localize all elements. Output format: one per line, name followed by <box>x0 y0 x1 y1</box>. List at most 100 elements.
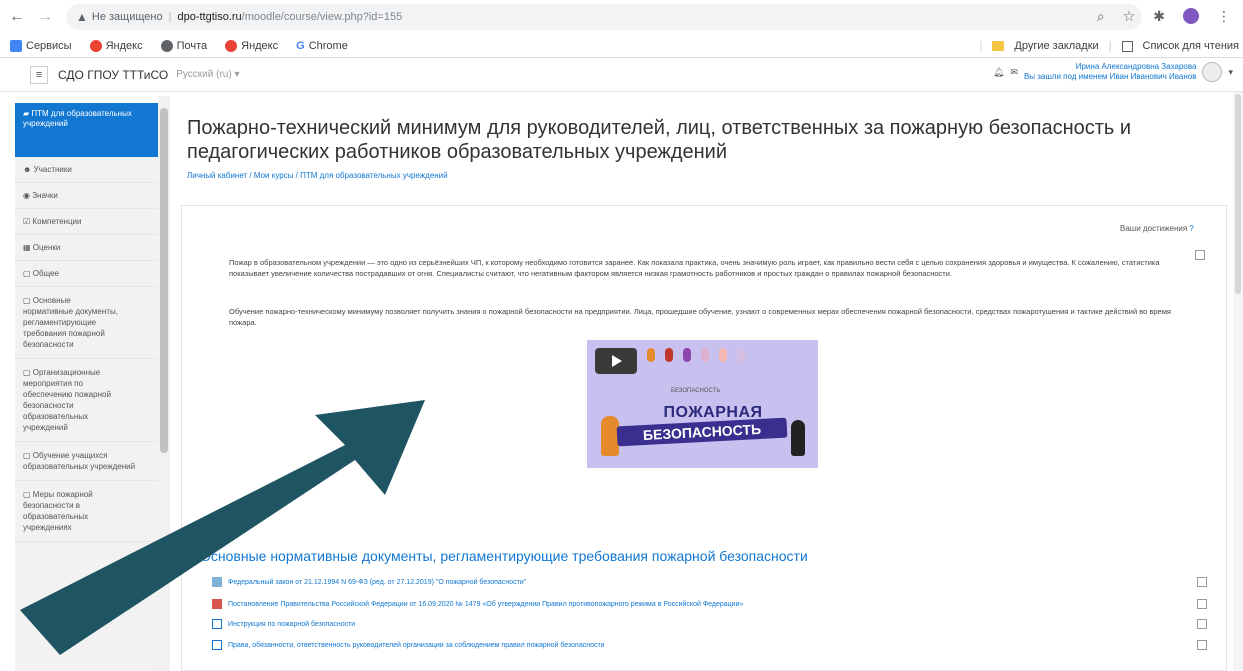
drawer-item-label: Общее <box>32 269 59 278</box>
user-name: Ирина Александровна Захарова <box>1075 62 1197 71</box>
user-area: 🔔︎ ✉︎ Ирина Александровна Захарова Вы за… <box>993 62 1233 82</box>
yandex-icon <box>225 39 238 52</box>
drawer-item-label: Компетенции <box>32 217 82 226</box>
drawer-item-section-2[interactable]: ▢ Организационные мероприятия по обеспеч… <box>15 359 158 442</box>
forward-icon[interactable]: → <box>34 6 56 28</box>
pin-icon[interactable]: ✱ <box>1153 8 1165 25</box>
activity-checkbox[interactable] <box>1197 577 1207 587</box>
page-title: Пожарно-технический минимум для руководи… <box>187 117 1132 163</box>
help-icon[interactable]: ? <box>1189 224 1193 233</box>
drawer-item-label: Оценки <box>32 243 61 252</box>
drawer-item-label: ПТМ для образовательных учреждений <box>23 109 132 128</box>
drawer-item-general[interactable]: ▢ Общее <box>15 261 158 287</box>
user-info[interactable]: Ирина Александровна Захарова Вы зашли по… <box>1024 62 1197 82</box>
bookmark-yandex[interactable]: Яндекс <box>89 39 143 52</box>
drawer-item-participants[interactable]: ☻ Участники <box>15 157 158 183</box>
drawer-item-label: Обучение учащихся образовательных учрежд… <box>23 451 136 471</box>
bookmarks-bar: Сервисы Яндекс Почта Яндекс G Chrome | Д… <box>0 34 1243 58</box>
activity-checkbox[interactable] <box>1197 599 1207 609</box>
bookmark-label: Яндекс <box>241 39 279 52</box>
bookmark-label: Яндекс <box>105 39 143 52</box>
drawer-item-grades[interactable]: ▦ Оценки <box>15 235 158 261</box>
star-icon[interactable]: ☆ <box>1123 8 1136 25</box>
bookmark-chrome[interactable]: G Chrome <box>296 40 348 52</box>
section-title[interactable]: Основные нормативные документы, регламен… <box>200 548 808 564</box>
drawer-item-label: Участники <box>33 165 72 174</box>
bookmark-label: Почта <box>176 39 208 52</box>
folder-icon: ▢ <box>23 368 33 377</box>
bookmark-label: Chrome <box>308 39 348 52</box>
nav-drawer: ▰ ПТМ для образовательных учреждений ☻ У… <box>15 103 158 671</box>
bookmark-services[interactable]: Сервисы <box>10 39 72 52</box>
folder-icon <box>992 41 1005 51</box>
logged-in-as: Вы зашли под именем Иван Иванович Иванов <box>1023 72 1197 81</box>
activity-item[interactable]: Федеральный закон от 21.12.1994 N 69-ФЗ … <box>212 577 526 587</box>
drawer-toggle-icon[interactable]: ≡ <box>30 65 48 84</box>
pdf-icon <box>212 599 222 609</box>
address-bar[interactable]: ▲ Не защищено | dpo-ttgtiso.ru /moodle/c… <box>66 4 1142 30</box>
folder-icon: ▢ <box>23 451 33 460</box>
toolbar-icons: ⌕ ☆ ✱ ⋮ <box>1097 8 1231 25</box>
activity-item[interactable]: Инструкция по пожарной безопасности <box>212 619 355 629</box>
notification-icon[interactable]: 🔔︎ <box>993 67 1004 78</box>
divider: | <box>1108 40 1112 52</box>
character-icon <box>683 348 691 362</box>
file-icon <box>212 640 222 650</box>
users-icon: ☻ <box>23 165 34 174</box>
yandex-icon <box>89 39 102 52</box>
mail-icon <box>160 39 173 52</box>
activity-checkbox[interactable] <box>1197 640 1207 650</box>
progress-label: Ваши достижения ? <box>1120 224 1194 233</box>
person-illustration <box>791 420 805 456</box>
other-bookmarks[interactable]: Другие закладки <box>1014 40 1098 52</box>
reading-list-icon <box>1121 40 1133 52</box>
activity-item[interactable]: Постановление Правительства Российской Ф… <box>212 599 743 609</box>
activity-item[interactable]: Права, обязанности, ответственность руко… <box>212 640 605 650</box>
drawer-item-label: Меры пожарной безопасности в образовател… <box>23 490 93 532</box>
chevron-down-icon[interactable]: ▾ <box>1228 67 1233 78</box>
folder-icon: ▢ <box>23 269 33 278</box>
play-icon[interactable] <box>595 348 637 374</box>
drawer-item-badges[interactable]: ◉ Значки <box>15 183 158 209</box>
google-icon: G <box>296 39 305 52</box>
site-name[interactable]: СДО ГПОУ ТТТиСО <box>58 68 168 82</box>
badge-icon: ◉ <box>23 191 33 200</box>
table-icon: ▦ <box>23 243 33 252</box>
drawer-item-section-3[interactable]: ▢ Обучение учащихся образовательных учре… <box>15 442 158 481</box>
document-icon <box>212 577 222 587</box>
page-scroll-thumb[interactable] <box>1235 94 1241 294</box>
back-icon[interactable]: ← <box>6 6 28 28</box>
file-icon <box>212 619 222 629</box>
video-brand: БЕЗОПАСНОСТЬ <box>671 388 721 394</box>
video-thumbnail[interactable]: БЕЗОПАСНОСТЬ ПОЖАРНАЯ БЕЗОПАСНОСТЬ <box>587 340 818 468</box>
reading-list[interactable]: Список для чтения <box>1143 40 1239 52</box>
character-icon <box>701 348 709 362</box>
drawer-item-course[interactable]: ▰ ПТМ для образовательных учреждений <box>15 103 158 157</box>
bookmark-yandex-2[interactable]: Яндекс <box>225 39 279 52</box>
language-menu[interactable]: Русский (ru) ▾ <box>176 69 239 80</box>
character-icon <box>737 348 745 362</box>
avatar[interactable] <box>1202 62 1223 82</box>
check-square-icon: ☑ <box>23 217 33 226</box>
drawer-item-section-1[interactable]: ▢ Основные нормативные документы, реглам… <box>15 287 158 359</box>
intro-paragraph-2: Обучение пожарно-техническому минимуму п… <box>229 307 1171 327</box>
moodle-navbar: ≡ СДО ГПОУ ТТТиСО Русский (ru) ▾ 🔔︎ ✉︎ И… <box>0 58 1243 92</box>
warning-icon[interactable]: ▲ <box>76 10 88 24</box>
drawer-item-section-4[interactable]: ▢ Меры пожарной безопасности в образоват… <box>15 481 158 542</box>
message-icon[interactable]: ✉︎ <box>1010 67 1018 78</box>
bookmark-mail[interactable]: Почта <box>160 39 208 52</box>
url-path: /moodle/course/view.php?id=155 <box>241 11 403 23</box>
activity-checkbox[interactable] <box>1197 619 1207 629</box>
character-icon <box>665 348 673 362</box>
intro-paragraph-1: Пожар в образовательном учреждении — это… <box>229 258 1160 278</box>
separator: | <box>168 11 172 23</box>
apps-icon <box>10 39 22 52</box>
profile-icon[interactable] <box>1183 8 1199 24</box>
completion-checkbox[interactable] <box>1195 250 1205 260</box>
drawer-scroll-thumb[interactable] <box>160 108 168 453</box>
drawer-item-competencies[interactable]: ☑ Компетенции <box>15 209 158 235</box>
breadcrumb[interactable]: Личный кабинет / Мои курсы / ПТМ для обр… <box>187 171 448 180</box>
zoom-icon[interactable]: ⌕ <box>1097 8 1105 25</box>
browser-toolbar: ← → C ▲ Не защищено | dpo-ttgtiso.ru /mo… <box>0 0 1243 34</box>
menu-icon[interactable]: ⋮ <box>1217 8 1231 25</box>
